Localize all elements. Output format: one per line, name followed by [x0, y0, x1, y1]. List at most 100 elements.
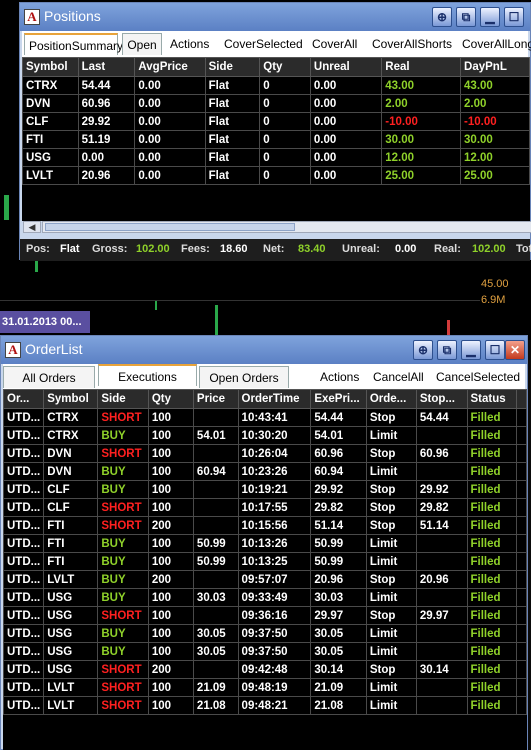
table-row[interactable]: UTD... FTI BUY 100 50.99 10:13:25 50.99 Limit Fi… [3, 552, 527, 571]
cover-all-button[interactable]: CoverAll [312, 33, 357, 55]
cancel-selected-button[interactable]: CancelSelected [436, 366, 520, 388]
cell-ordertype: Limit [365, 696, 417, 715]
col-price[interactable]: Price [192, 389, 239, 409]
table-row[interactable]: LVLT 20.96 0.00 Flat 0 0.00 25.00 25.00 [22, 166, 530, 185]
app-icon: A [24, 9, 40, 25]
detach-icon[interactable]: ⧉ [456, 7, 476, 27]
table-row[interactable]: UTD... FTI SHORT 200 10:15:56 51.14 Stop 51.14 F… [3, 516, 527, 535]
col-side[interactable]: Side [97, 389, 149, 409]
col-ordertype[interactable]: Orde... [365, 389, 417, 409]
detach-icon[interactable]: ⧉ [437, 340, 457, 360]
col-ordertime[interactable]: OrderTime [237, 389, 312, 409]
table-row[interactable]: UTD... CTRX SHORT 100 10:43:41 54.44 Stop 54.44… [3, 408, 527, 427]
cell-ordertype: Limit [365, 552, 417, 571]
cell-symbol: DVN [43, 462, 99, 481]
table-row[interactable]: UTD... USG BUY 100 30.05 09:37:50 30.05 Limit Fi… [3, 624, 527, 643]
target-icon[interactable]: ⊕ [432, 7, 452, 27]
table-row[interactable]: UTD... CLF SHORT 100 10:17:55 29.82 Stop 29.82 F… [3, 498, 527, 517]
cell-order: UTD... [3, 534, 45, 553]
col-stop[interactable]: Stop... [415, 389, 468, 409]
col-exeprice[interactable]: ExePri... [310, 389, 367, 409]
cell-order: UTD... [3, 498, 45, 517]
cover-all-shorts-button[interactable]: CoverAllShorts [372, 33, 452, 55]
table-row[interactable]: CLF 29.92 0.00 Flat 0 0.00 -10.00 -10.00 [22, 112, 530, 131]
cell-ordertype: Limit [365, 642, 417, 661]
maximize-button[interactable]: ☐ [504, 7, 524, 27]
tab-open[interactable]: Open [122, 33, 162, 55]
cell-ordertype: Limit [365, 534, 417, 553]
cell-extra [516, 534, 527, 553]
cell-last: 29.92 [77, 112, 136, 131]
table-row[interactable]: UTD... DVN SHORT 100 10:26:04 60.96 Stop 60.96 F… [3, 444, 527, 463]
col-avgprice[interactable]: AvgPrice [134, 57, 206, 77]
table-row[interactable]: UTD... USG BUY 100 30.03 09:33:49 30.03 Limit Fi… [3, 588, 527, 607]
table-row[interactable]: UTD... CLF BUY 100 10:19:21 29.92 Stop 29.92 Fil… [3, 480, 527, 499]
pos-label: Pos: [26, 243, 50, 255]
col-status[interactable]: Status [466, 389, 518, 409]
cover-all-longs-button[interactable]: CoverAllLongs [462, 33, 531, 55]
col-unreal[interactable]: Unreal [309, 57, 383, 77]
cell-price [192, 480, 239, 499]
cell-order: UTD... [3, 552, 45, 571]
scrollbar-thumb[interactable] [45, 223, 295, 231]
chart-date-label: 31.01.2013 00... [0, 311, 90, 333]
actions-menu[interactable]: Actions [170, 33, 209, 55]
cell-symbol: LVLT [43, 678, 99, 697]
tab-executions[interactable]: Executions [98, 364, 197, 386]
table-row[interactable]: UTD... FTI BUY 100 50.99 10:13:26 50.99 Limit Fi… [3, 534, 527, 553]
horizontal-scrollbar[interactable]: ◀ [23, 221, 531, 233]
col-qty[interactable]: Qty [259, 57, 311, 77]
table-row[interactable]: UTD... DVN BUY 100 60.94 10:23:26 60.94 Limit Fi… [3, 462, 527, 481]
table-row[interactable]: UTD... LVLT BUY 200 09:57:07 20.96 Stop 20.96 Fi… [3, 570, 527, 589]
table-row[interactable]: UTD... LVLT SHORT 100 21.08 09:48:21 21.08 Limi… [3, 696, 527, 715]
cell-stop: 29.97 [415, 606, 468, 625]
col-order[interactable]: Or... [3, 389, 45, 409]
col-symbol[interactable]: Symbol [43, 389, 99, 409]
col-symbol[interactable]: Symbol [22, 57, 79, 77]
maximize-button[interactable]: ☐ [485, 340, 505, 360]
table-row[interactable]: FTI 51.19 0.00 Flat 0 0.00 30.00 30.00 [22, 130, 530, 149]
col-real[interactable]: Real [381, 57, 462, 77]
cell-exeprice: 30.05 [310, 642, 367, 661]
cell-qty: 0 [259, 166, 311, 185]
cell-side: SHORT [97, 660, 149, 679]
tab-position-summary[interactable]: PositionSummary [24, 33, 123, 55]
cell-avgprice: 0.00 [134, 94, 206, 113]
chart-candle [155, 300, 157, 310]
minimize-button[interactable]: ▁ [461, 340, 481, 360]
table-row[interactable]: UTD... USG SHORT 200 09:42:48 30.14 Stop 30.14 F… [3, 660, 527, 679]
orderlist-titlebar[interactable]: A OrderList ⊕ ⧉ ▁ ☐ ✕ [1, 336, 527, 364]
col-last[interactable]: Last [77, 57, 136, 77]
target-icon[interactable]: ⊕ [413, 340, 433, 360]
cell-extra [516, 444, 527, 463]
table-row[interactable]: UTD... USG SHORT 100 09:36:16 29.97 Stop 29.97 F… [3, 606, 527, 625]
tab-all-orders[interactable]: All Orders [3, 366, 95, 388]
table-row[interactable]: USG 0.00 0.00 Flat 0 0.00 12.00 12.00 [22, 148, 530, 167]
positions-titlebar[interactable]: A Positions ⊕ ⧉ ▁ ☐ [20, 3, 530, 31]
cell-side: Flat [204, 76, 261, 95]
cell-extra [516, 480, 527, 499]
col-daypnl[interactable]: DayPnL [460, 57, 530, 77]
cell-qty: 100 [147, 444, 194, 463]
tab-open-orders[interactable]: Open Orders [199, 366, 289, 388]
cell-ordertype: Limit [365, 426, 417, 445]
cover-selected-button[interactable]: CoverSelected [224, 33, 303, 55]
cell-qty: 100 [147, 696, 194, 715]
col-qty[interactable]: Qty [147, 389, 194, 409]
cell-price: 30.03 [192, 588, 239, 607]
table-row[interactable]: UTD... USG BUY 100 30.05 09:37:50 30.05 Limit Fi… [3, 642, 527, 661]
cell-status: Filled [466, 660, 518, 679]
cell-side: BUY [97, 624, 149, 643]
scroll-left-icon[interactable]: ◀ [23, 221, 41, 233]
cell-extra [516, 606, 527, 625]
close-button[interactable]: ✕ [505, 340, 525, 360]
table-row[interactable]: CTRX 54.44 0.00 Flat 0 0.00 43.00 43.00 [22, 76, 530, 95]
actions-menu[interactable]: Actions [320, 366, 359, 388]
cell-side: BUY [97, 534, 149, 553]
table-row[interactable]: DVN 60.96 0.00 Flat 0 0.00 2.00 2.00 [22, 94, 530, 113]
table-row[interactable]: UTD... CTRX BUY 100 54.01 10:30:20 54.01 Limit F… [3, 426, 527, 445]
minimize-button[interactable]: ▁ [480, 7, 500, 27]
cancel-all-button[interactable]: CancelAll [373, 366, 424, 388]
col-side[interactable]: Side [204, 57, 261, 77]
table-row[interactable]: UTD... LVLT SHORT 100 21.09 09:48:19 21.09 Limi… [3, 678, 527, 697]
